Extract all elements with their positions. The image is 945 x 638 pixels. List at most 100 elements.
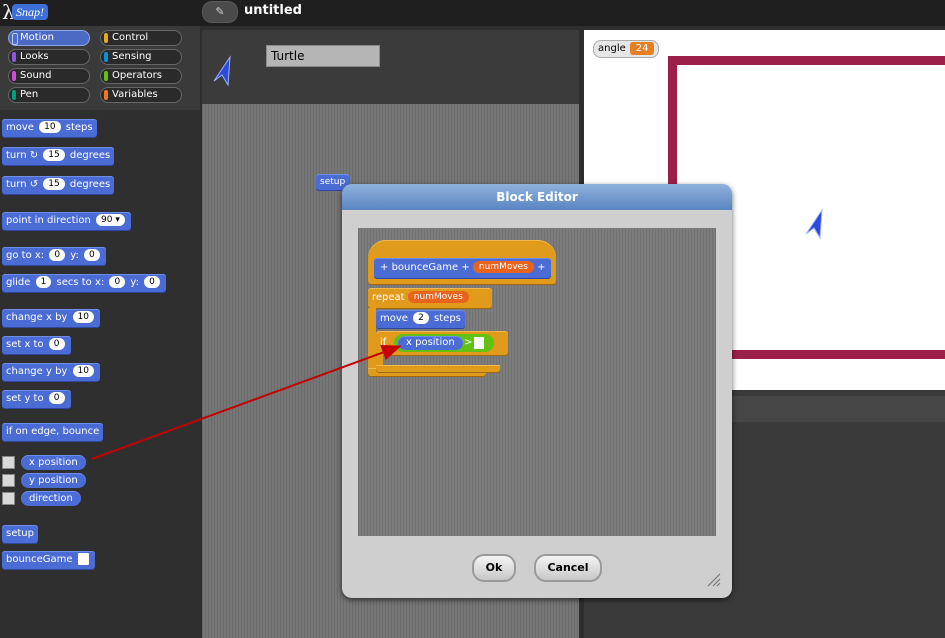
category-label: Motion (20, 32, 54, 43)
category-motion[interactable]: Motion (8, 30, 90, 46)
setup-custom-block[interactable]: setup (2, 525, 38, 543)
move-steps-block[interactable]: move 2 steps (376, 310, 465, 328)
block-text: turn ↺ (6, 179, 39, 190)
logo-text: Snap! (12, 4, 48, 20)
category-sensing[interactable]: Sensing (100, 49, 182, 65)
watcher-label: angle (598, 43, 626, 54)
block-text: degrees (69, 179, 111, 190)
block-text: steps (65, 122, 93, 133)
category-label: Variables (112, 89, 158, 100)
dialog-title[interactable]: Block Editor (342, 184, 732, 210)
if-block-bottom (376, 365, 500, 372)
steps-input[interactable]: 10 (39, 121, 61, 133)
snap-logo[interactable]: λ Snap! (2, 0, 54, 24)
block-name-label: bounceGame (391, 262, 459, 273)
repeat-block[interactable]: repeat numMoves (368, 288, 492, 308)
category-sound[interactable]: Sound (8, 68, 90, 84)
block-text: move (6, 122, 34, 133)
x-input[interactable]: 0 (109, 276, 126, 288)
variables-color-icon (104, 90, 108, 100)
block-text: y: (70, 250, 79, 261)
pencil-icon: ✎ (215, 5, 225, 18)
set-y-block[interactable]: set y to 0 (2, 390, 71, 408)
pen-color-icon (12, 90, 16, 100)
sprite-name-field[interactable]: Turtle (266, 45, 380, 67)
block-text: secs to x: (56, 277, 105, 288)
block-text: set y to (6, 393, 44, 404)
add-input-icon[interactable]: + (537, 262, 545, 273)
category-control[interactable]: Control (100, 30, 182, 46)
value-input[interactable]: 0 (48, 338, 65, 350)
secs-input[interactable]: 1 (35, 276, 52, 288)
block-text: turn ↻ (6, 150, 39, 161)
block-text: if (380, 337, 387, 348)
angle-variable-watcher[interactable]: angle 24 (593, 40, 660, 58)
turn-right-block[interactable]: turn ↻ 15 degrees (2, 147, 115, 165)
move-steps-block[interactable]: move 10 steps (2, 119, 97, 137)
direction-dropdown[interactable]: 90 ▾ (96, 214, 125, 226)
sound-color-icon (12, 71, 16, 81)
edit-project-button[interactable]: ✎ (202, 1, 238, 23)
category-label: Looks (20, 51, 49, 62)
set-x-block[interactable]: set x to 0 (2, 336, 71, 354)
sensing-color-icon (104, 52, 108, 62)
steps-input[interactable]: 2 (413, 312, 429, 324)
block-text: steps (434, 313, 461, 324)
y-position-checkbox[interactable] (2, 474, 15, 487)
degrees-input[interactable]: 15 (43, 178, 65, 190)
moves-input[interactable] (77, 553, 89, 565)
if-on-edge-bounce-block[interactable]: if on edge, bounce (2, 423, 104, 441)
motion-color-icon (12, 33, 18, 45)
block-text: point in direction (6, 215, 91, 226)
direction-reporter[interactable]: direction (21, 491, 81, 506)
add-input-icon[interactable]: + (380, 262, 388, 273)
category-label: Sensing (112, 51, 152, 62)
block-editor-dialog: Block Editor + bounceGame + numMoves + r… (342, 184, 732, 598)
category-label: Sound (20, 70, 52, 81)
x-position-reporter[interactable]: x position (21, 455, 86, 470)
x-position-reporter[interactable]: x position (398, 336, 463, 350)
control-color-icon (104, 33, 108, 43)
change-x-block[interactable]: change x by 10 (2, 309, 100, 327)
category-pen[interactable]: Pen (8, 87, 90, 103)
category-label: Pen (20, 89, 39, 100)
block-prototype[interactable]: + bounceGame + numMoves + (374, 258, 552, 278)
go-to-xy-block[interactable]: go to x: 0 y: 0 (2, 247, 106, 265)
param-num-moves[interactable]: numMoves (472, 261, 534, 273)
category-label: Control (112, 32, 149, 43)
block-text: y: (130, 277, 139, 288)
cancel-button[interactable]: Cancel (534, 554, 602, 582)
block-text: change x by (6, 312, 68, 323)
category-label: Operators (112, 70, 162, 81)
y-input[interactable]: 0 (84, 249, 100, 261)
block-text: change y by (6, 366, 68, 377)
x-input[interactable]: 0 (49, 249, 66, 261)
y-input[interactable]: 0 (144, 276, 160, 288)
add-input-icon[interactable]: + (461, 262, 469, 273)
ok-button[interactable]: Ok (472, 554, 516, 582)
x-position-checkbox[interactable] (2, 456, 15, 469)
looks-color-icon (12, 52, 16, 62)
degrees-input[interactable]: 15 (43, 149, 65, 161)
category-looks[interactable]: Looks (8, 49, 90, 65)
amount-input[interactable]: 10 (72, 311, 94, 323)
glide-block[interactable]: glide 1 secs to x: 0 y: 0 (2, 274, 166, 292)
comparison-input[interactable] (474, 337, 484, 349)
turn-left-block[interactable]: turn ↺ 15 degrees (2, 176, 115, 194)
block-text: set x to (6, 339, 44, 350)
repeat-count-var[interactable]: numMoves (407, 291, 469, 303)
y-position-reporter[interactable]: y position (21, 473, 86, 488)
change-y-block[interactable]: change y by 10 (2, 363, 100, 381)
point-in-direction-block[interactable]: point in direction 90 ▾ (2, 212, 131, 230)
block-text: bounceGame (6, 554, 73, 565)
category-operators[interactable]: Operators (100, 68, 182, 84)
bounce-game-custom-block[interactable]: bounceGame (2, 551, 95, 569)
direction-checkbox[interactable] (2, 492, 15, 505)
operators-color-icon (104, 71, 108, 81)
project-title: untitled (244, 3, 302, 18)
resize-handle-icon[interactable] (706, 572, 722, 588)
category-selector: Motion Control Looks Sensing Sound Opera… (0, 26, 200, 110)
category-variables[interactable]: Variables (100, 87, 182, 103)
value-input[interactable]: 0 (48, 392, 65, 404)
amount-input[interactable]: 10 (72, 365, 94, 377)
